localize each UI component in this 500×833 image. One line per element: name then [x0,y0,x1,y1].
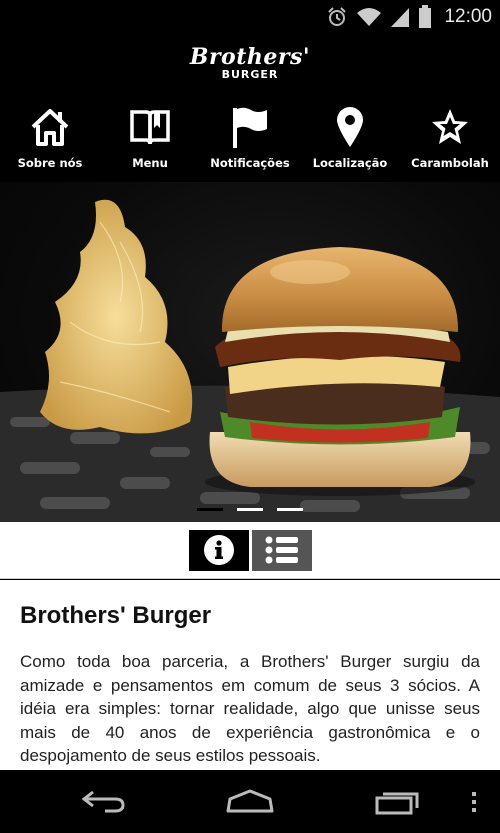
overflow-menu-icon [472,791,476,812]
nav-label: Notificações [210,156,290,170]
nav-label: Carambolah [411,156,489,170]
logo-script: Brothers' [189,44,311,70]
wifi-icon [356,6,382,28]
home-icon [29,104,71,150]
app-header: Brothers' BURGER [0,34,500,94]
pager-dot[interactable] [277,508,303,511]
logo-sub: BURGER [221,68,279,81]
back-icon [81,790,125,812]
alarm-icon [326,6,348,28]
info-toggle-button[interactable] [188,529,249,571]
about-content: Brothers' Burger Como toda boa parceria,… [0,580,500,770]
flag-icon [229,104,271,150]
burger-photo [0,199,500,522]
back-button[interactable] [72,770,136,833]
nav-label: Menu [132,156,168,170]
view-toggle [0,522,500,579]
home-button[interactable] [218,770,282,833]
book-icon [129,104,171,150]
status-bar: 12:00 [0,0,500,34]
nav-item-carambolah[interactable]: Carambolah [400,100,500,180]
pager-dot[interactable] [197,508,223,511]
location-pin-icon [335,104,365,150]
content-title: Brothers' Burger [20,602,212,629]
recent-apps-icon [375,792,419,814]
hero-carousel[interactable] [0,182,500,522]
nav-item-menu[interactable]: Menu [100,100,200,180]
overflow-menu-button[interactable] [462,770,486,833]
nav-item-localizacao[interactable]: Localização [300,100,400,180]
nav-label: Localização [312,156,388,170]
list-toggle-button[interactable] [251,529,312,571]
nav-item-sobre-nos[interactable]: Sobre nós [0,100,100,180]
star-icon [430,104,470,150]
home-icon [226,789,274,812]
carousel-pager [0,508,500,514]
pager-dot[interactable] [237,508,263,511]
nav-item-notificacoes[interactable]: Notificações [200,100,300,180]
nav-label: Sobre nós [17,156,83,170]
content-body: Como toda boa parceria, a Brothers' Burg… [20,652,480,765]
battery-icon [418,5,432,29]
main-nav: Sobre nós Menu Notificações Localização … [0,100,500,180]
list-icon [265,536,298,564]
info-icon [203,535,234,565]
status-time: 12:00 [444,6,492,27]
signal-icon [390,6,410,28]
system-nav-bar [0,770,500,833]
recent-apps-button[interactable] [365,770,429,833]
